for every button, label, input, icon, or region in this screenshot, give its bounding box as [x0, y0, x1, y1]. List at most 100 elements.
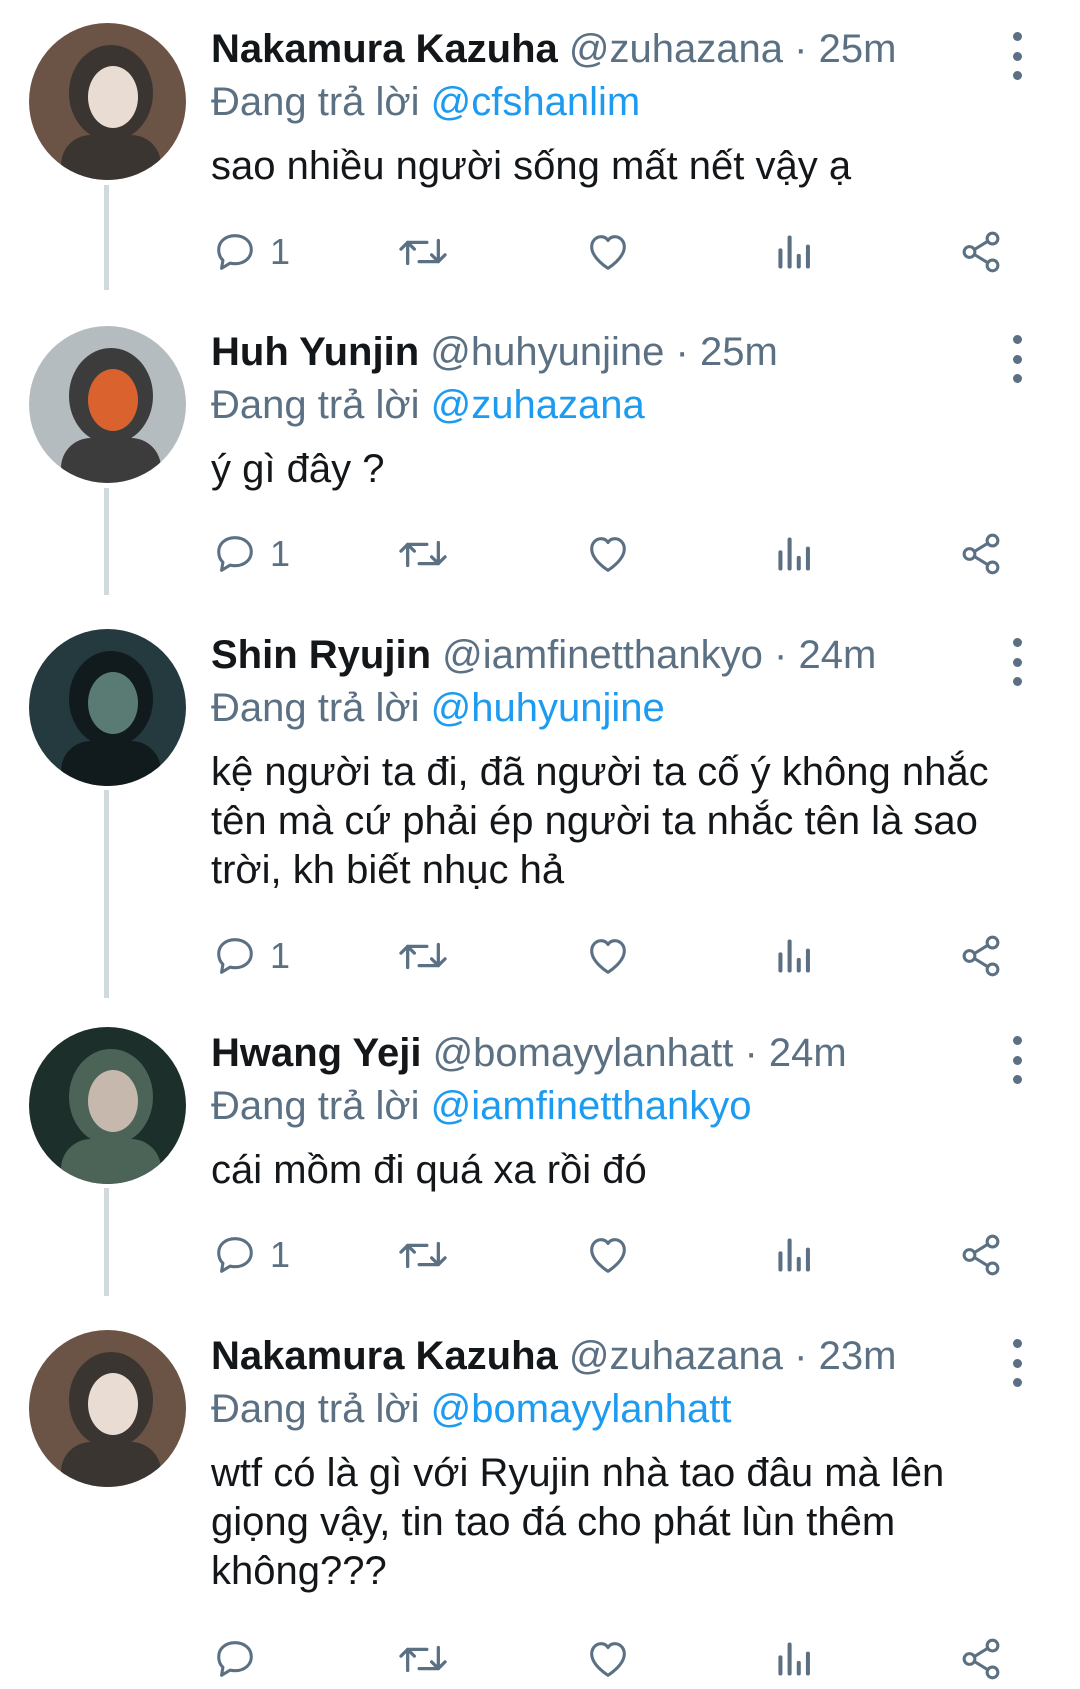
retweet-icon	[399, 942, 447, 970]
analytics-button[interactable]	[772, 524, 816, 584]
replying-to-handle[interactable]: @iamfinetthankyo	[431, 1084, 752, 1128]
replying-to-handle[interactable]: @huhyunjine	[431, 686, 665, 730]
tweet-text: sao nhiều người sống mất nết vậy ạ	[211, 144, 852, 188]
reply-button[interactable]: 1	[212, 1225, 290, 1285]
share-button[interactable]	[958, 926, 1004, 986]
retweet-button[interactable]	[396, 222, 450, 282]
separator-dot: ·	[744, 1031, 758, 1075]
tweet-header: Huh Yunjin @huhyunjine · 25m	[211, 325, 1011, 379]
reply-button[interactable]	[212, 1629, 270, 1689]
replying-to-handle[interactable]: @zuhazana	[431, 383, 645, 427]
timestamp[interactable]: 24m	[798, 633, 876, 677]
retweet-icon	[399, 1241, 447, 1269]
username[interactable]: @zuhazana	[569, 1334, 783, 1378]
like-button[interactable]	[585, 1225, 631, 1285]
avatar[interactable]	[29, 629, 186, 786]
share-icon	[962, 533, 1000, 575]
tweet-content: Nakamura Kazuha @zuhazana · 23m Đang trả…	[211, 1329, 1011, 1596]
replying-to-handle[interactable]: @bomayylanhatt	[431, 1387, 732, 1431]
share-button[interactable]	[958, 524, 1004, 584]
timestamp[interactable]: 24m	[769, 1031, 847, 1075]
like-button[interactable]	[585, 926, 631, 986]
tweet-actions: 1	[0, 524, 1080, 584]
replying-to: Đang trả lời @huhyunjine	[211, 682, 1011, 734]
share-icon	[962, 231, 1000, 273]
reply-icon	[217, 938, 253, 974]
analytics-button[interactable]	[772, 1225, 816, 1285]
more-options-icon[interactable]	[1002, 638, 1032, 686]
share-button[interactable]	[958, 1629, 1004, 1689]
replying-to-handle[interactable]: @cfshanlim	[431, 80, 641, 124]
replying-to: Đang trả lời @zuhazana	[211, 379, 1011, 431]
username[interactable]: @huhyunjine	[430, 330, 664, 374]
reply-count: 1	[270, 231, 291, 272]
reply-count: 1	[270, 935, 291, 976]
tweet-actions	[0, 1629, 1080, 1689]
retweet-button[interactable]	[396, 926, 450, 986]
tweet-header: Nakamura Kazuha @zuhazana · 25m	[211, 22, 1011, 76]
like-icon	[590, 939, 626, 974]
analytics-icon	[778, 1238, 810, 1272]
reply-button[interactable]: 1	[212, 926, 290, 986]
like-icon	[590, 537, 626, 572]
more-options-icon[interactable]	[1002, 32, 1032, 80]
avatar[interactable]	[29, 1027, 186, 1184]
like-button[interactable]	[585, 222, 631, 282]
reply-icon	[217, 234, 253, 270]
display-name[interactable]: Nakamura Kazuha	[211, 1334, 558, 1378]
display-name[interactable]: Hwang Yeji	[211, 1031, 421, 1075]
timestamp[interactable]: 25m	[819, 27, 897, 71]
analytics-button[interactable]	[772, 926, 816, 986]
tweet-content: Shin Ryujin @iamfinetthankyo · 24m Đang …	[211, 628, 1011, 895]
analytics-button[interactable]	[772, 222, 816, 282]
retweet-icon	[399, 1645, 447, 1673]
more-options-icon[interactable]	[1002, 1339, 1032, 1387]
separator-dot: ·	[794, 1334, 808, 1378]
replying-to-label: Đang trả lời	[211, 80, 420, 124]
analytics-icon	[778, 235, 810, 269]
analytics-button[interactable]	[772, 1629, 816, 1689]
timestamp[interactable]: 23m	[819, 1334, 897, 1378]
tweet-header: Hwang Yeji @bomayylanhatt · 24m	[211, 1026, 1011, 1080]
tweet-text: cái mồm đi quá xa rồi đó	[211, 1148, 647, 1192]
replying-to-label: Đang trả lời	[211, 1084, 420, 1128]
like-button[interactable]	[585, 1629, 631, 1689]
more-options-icon[interactable]	[1002, 1036, 1032, 1084]
retweet-icon	[399, 238, 447, 266]
reply-button[interactable]: 1	[212, 524, 290, 584]
reply-icon	[217, 1641, 253, 1677]
username[interactable]: @zuhazana	[569, 27, 783, 71]
avatar[interactable]	[29, 23, 186, 180]
tweet-content: Hwang Yeji @bomayylanhatt · 24m Đang trả…	[211, 1026, 1011, 1195]
display-name[interactable]: Nakamura Kazuha	[211, 27, 558, 71]
separator-dot: ·	[675, 330, 689, 374]
replying-to: Đang trả lời @bomayylanhatt	[211, 1383, 1011, 1435]
analytics-icon	[778, 939, 810, 973]
share-button[interactable]	[958, 222, 1004, 282]
reply-button[interactable]: 1	[212, 222, 290, 282]
display-name[interactable]: Huh Yunjin	[211, 330, 419, 374]
replying-to-label: Đang trả lời	[211, 383, 420, 427]
share-icon	[962, 1638, 1000, 1680]
tweet-text: ý gì đây ?	[211, 447, 385, 491]
retweet-button[interactable]	[396, 1629, 450, 1689]
tweet-content: Huh Yunjin @huhyunjine · 25m Đang trả lờ…	[211, 325, 1011, 494]
replying-to-label: Đang trả lời	[211, 1387, 420, 1431]
retweet-button[interactable]	[396, 1225, 450, 1285]
display-name[interactable]: Shin Ryujin	[211, 633, 431, 677]
share-button[interactable]	[958, 1225, 1004, 1285]
like-button[interactable]	[585, 524, 631, 584]
retweet-button[interactable]	[396, 524, 450, 584]
replying-to: Đang trả lời @iamfinetthankyo	[211, 1080, 1011, 1132]
username[interactable]: @iamfinetthankyo	[442, 633, 763, 677]
tweet-text: kệ người ta đi, đã người ta cố ý không n…	[211, 750, 989, 892]
avatar[interactable]	[29, 1330, 186, 1487]
replying-to: Đang trả lời @cfshanlim	[211, 76, 1011, 128]
username[interactable]: @bomayylanhatt	[433, 1031, 734, 1075]
timestamp[interactable]: 25m	[700, 330, 778, 374]
avatar[interactable]	[29, 326, 186, 483]
more-options-icon[interactable]	[1002, 335, 1032, 383]
reply-icon	[217, 536, 253, 572]
separator-dot: ·	[774, 633, 788, 677]
tweet-content: Nakamura Kazuha @zuhazana · 25m Đang trả…	[211, 22, 1011, 191]
